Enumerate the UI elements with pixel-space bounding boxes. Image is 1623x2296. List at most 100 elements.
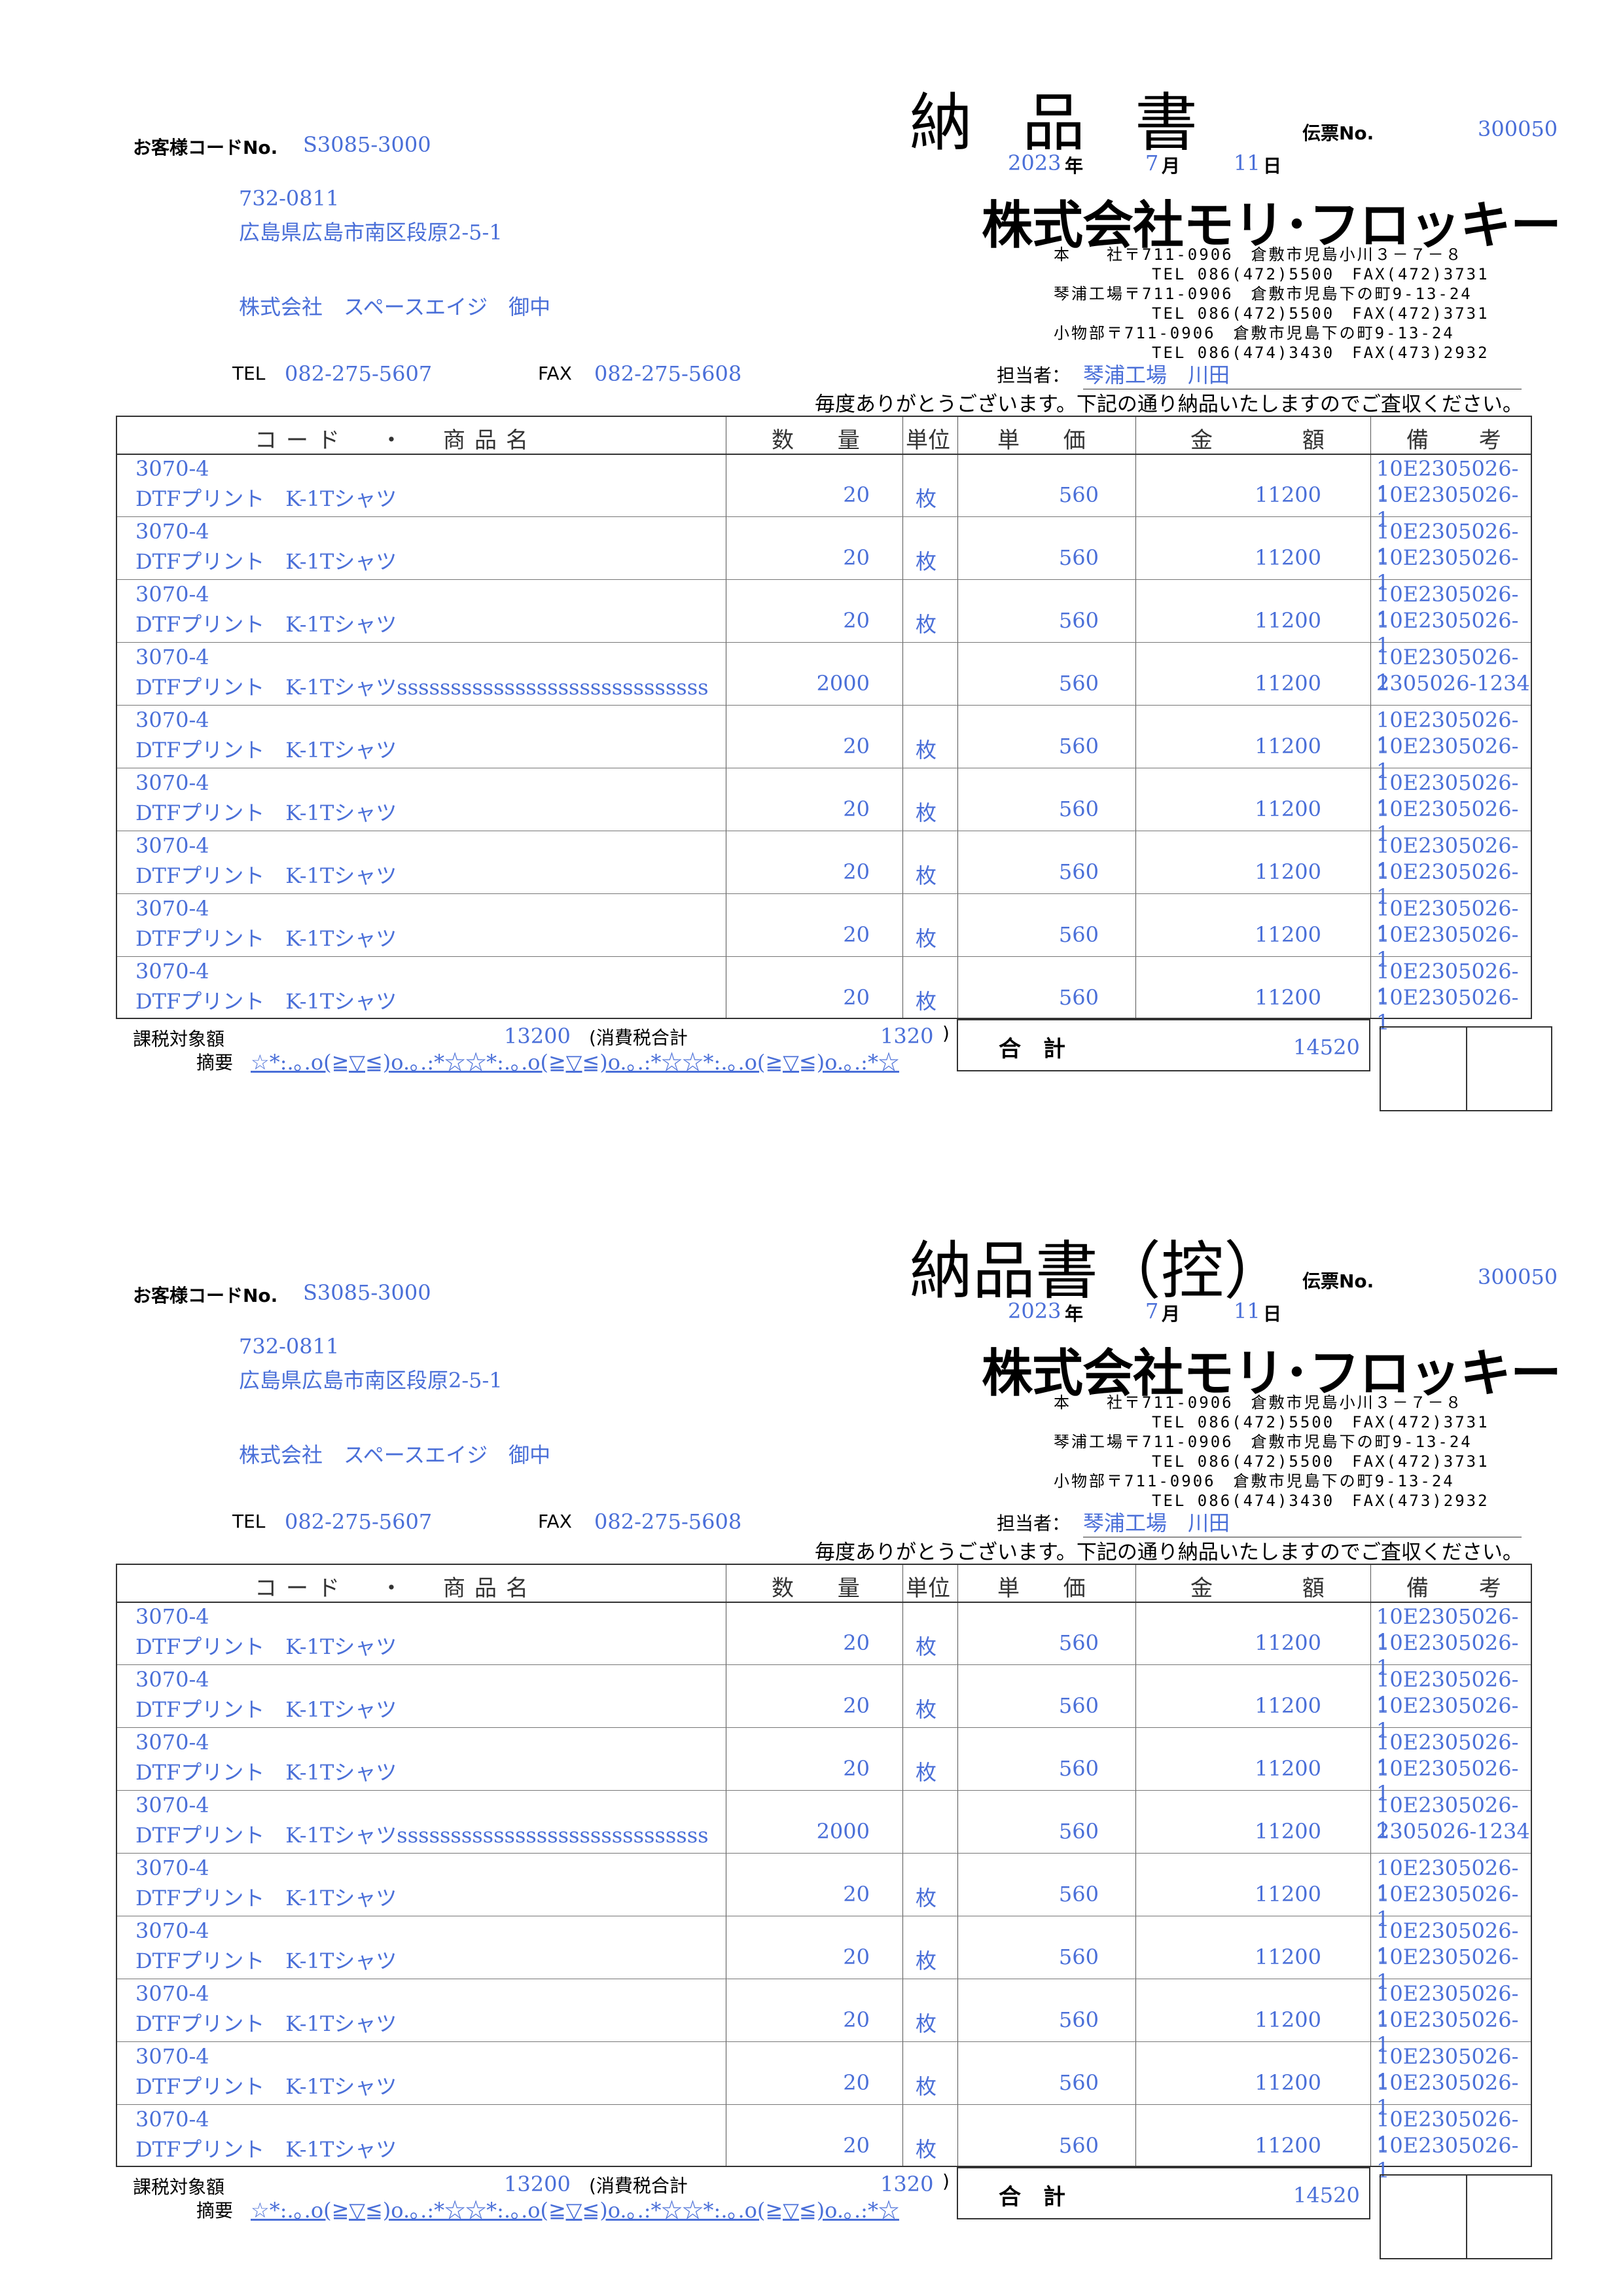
- item-unit: 枚: [916, 863, 937, 888]
- table-row: 3070-4 DTFプリント K-1Tシャツ 20 枚 560 11200 10…: [117, 768, 1531, 846]
- header-unit: 単位: [906, 1575, 950, 1602]
- item-price: 560: [1058, 545, 1099, 570]
- item-qty: 20: [843, 608, 870, 633]
- total-box: 合 計 14520: [957, 2167, 1370, 2219]
- customer-name: 株式会社 スペースエイジ 御中: [239, 1443, 551, 1467]
- date-month: 7: [1145, 151, 1159, 175]
- item-price: 560: [1058, 1882, 1099, 1907]
- total-label: 合 計: [999, 1036, 1065, 1062]
- item-code: 3070-4: [135, 770, 209, 795]
- tel-label: TEL: [232, 363, 266, 384]
- item-qty: 20: [843, 1756, 870, 1781]
- header-price: 単 価: [997, 427, 1091, 454]
- header-amount: 金 額: [1190, 1575, 1330, 1602]
- item-code: 3070-4: [135, 1667, 209, 1692]
- item-price: 560: [1058, 608, 1099, 633]
- item-qty: 2000: [816, 1819, 870, 1844]
- date-day-label: 日: [1263, 155, 1282, 177]
- customer-tel: 082-275-5607: [285, 1509, 433, 1534]
- item-qty: 20: [843, 2070, 870, 2095]
- header-note: 備 考: [1406, 1575, 1507, 1602]
- date-year-label: 年: [1065, 155, 1084, 177]
- item-name: DTFプリント K-1Tシャツ: [135, 2137, 397, 2162]
- item-code: 3070-4: [135, 1918, 209, 1943]
- item-unit: 枚: [916, 2137, 937, 2162]
- item-code: 3070-4: [135, 582, 209, 607]
- item-code: 3070-4: [135, 896, 209, 921]
- table-row: 3070-4 DTFプリント K-1Tシャツ 20 枚 560 11200 10…: [117, 1853, 1531, 1931]
- fax-label: FAX: [538, 1511, 572, 1532]
- staff-name: 琴浦工場 川田: [1083, 1507, 1522, 1537]
- item-price: 560: [1058, 2007, 1099, 2032]
- item-unit: 枚: [916, 486, 937, 511]
- table-row: 3070-4 DTFプリント K-1Tシャツ 20 枚 560 11200 10…: [117, 893, 1531, 972]
- table-row: 3070-4 DTFプリント K-1Tシャツ 20 枚 560 11200 10…: [117, 956, 1531, 1035]
- item-price: 560: [1058, 922, 1099, 947]
- remarks-text: ☆*:.｡.o(≧▽≦)o.｡.:*☆☆*:.｡.o(≧▽≦)o.｡.:*☆☆*…: [251, 2198, 899, 2223]
- staff-name: 琴浦工場 川田: [1083, 359, 1522, 389]
- item-code: 3070-4: [135, 2107, 209, 2132]
- postal-code: 732-0811: [239, 1334, 340, 1359]
- item-amount: 11200: [1255, 482, 1321, 507]
- customer-name: 株式会社 スペースエイジ 御中: [239, 295, 551, 319]
- item-amount: 11200: [1255, 1630, 1321, 1655]
- customer-fax: 082-275-5608: [594, 361, 742, 386]
- slip-no: 300050: [1478, 117, 1558, 141]
- item-price: 560: [1058, 1693, 1099, 1718]
- item-name: DTFプリント K-1Tシャツ: [135, 926, 397, 951]
- item-code: 3070-4: [135, 2044, 209, 2069]
- header-note: 備 考: [1406, 427, 1507, 454]
- table-row: 3070-4 DTFプリント K-1Tシャツ 20 枚 560 11200 10…: [117, 1727, 1531, 1806]
- item-qty: 20: [843, 2133, 870, 2158]
- item-amount: 11200: [1255, 1693, 1321, 1718]
- item-amount: 11200: [1255, 797, 1321, 821]
- item-code: 3070-4: [135, 708, 209, 732]
- table-header: コード ・ 商品名 数 量 単位 単 価 金 額 備 考: [117, 1565, 1531, 1603]
- taxable-amount: 13200: [504, 2172, 571, 2197]
- item-amount: 11200: [1255, 2007, 1321, 2032]
- tax-close: ): [942, 2170, 950, 2192]
- item-qty: 20: [843, 2007, 870, 2032]
- branch-small-goods: 小物部〒711-0906 倉敷市児島下の町9-13-24 TEL 086(474…: [1054, 324, 1489, 362]
- item-name: DTFプリント K-1Tシャツ: [135, 2011, 397, 2036]
- stamp-box: [1380, 1026, 1552, 1111]
- staff-label: 担当者：: [997, 1513, 1071, 1534]
- total-label: 合 計: [999, 2184, 1065, 2210]
- total-amount: 14520: [1293, 2183, 1360, 2208]
- item-unit: 枚: [916, 612, 937, 637]
- fax-label: FAX: [538, 363, 572, 384]
- item-amount: 11200: [1255, 671, 1321, 696]
- item-amount: 11200: [1255, 859, 1321, 884]
- item-qty: 20: [843, 482, 870, 507]
- document-title: 納品書（控）: [910, 1234, 1287, 1308]
- item-price: 560: [1058, 2070, 1099, 2095]
- item-name: DTFプリント K-1Tシャツ: [135, 1886, 397, 1910]
- item-price: 560: [1058, 1819, 1099, 1844]
- header-amount: 金 額: [1190, 427, 1330, 454]
- item-code: 3070-4: [135, 1856, 209, 1880]
- table-row: 3070-4 DTFプリント K-1Tシャツ 20 枚 560 11200 10…: [117, 705, 1531, 783]
- item-unit: 枚: [916, 549, 937, 574]
- taxable-label: 課税対象額: [133, 2176, 225, 2198]
- branch-head-office: 本 社〒711-0906 倉敷市児島小川３－７－８ TEL 086(472)55…: [1054, 1393, 1489, 1431]
- taxable-amount: 13200: [504, 1024, 571, 1049]
- item-price: 560: [1058, 2133, 1099, 2158]
- item-name: DTFプリント K-1Tシャツ: [135, 1634, 397, 1659]
- item-price: 560: [1058, 859, 1099, 884]
- item-code: 3070-4: [135, 959, 209, 984]
- item-amount: 11200: [1255, 734, 1321, 759]
- item-name: DTFプリント K-1Tシャツ: [135, 863, 397, 888]
- table-row: 3070-4 DTFプリント K-1Tシャツ 20 枚 560 11200 10…: [117, 2041, 1531, 2120]
- postal-code: 732-0811: [239, 186, 340, 211]
- item-price: 560: [1058, 985, 1099, 1010]
- table-row: 3070-4 DTFプリント K-1Tシャツ 20 枚 560 11200 10…: [117, 454, 1531, 532]
- table-row: 3070-4 DTFプリント K-1Tシャツssssssssssssssssss…: [117, 1790, 1531, 1854]
- customer-address: 広島県広島市南区段原2-5-1: [239, 1368, 503, 1393]
- header-unit: 単位: [906, 427, 950, 454]
- customer-code-label: お客様コードNo.: [133, 1285, 278, 1306]
- slip-no-label: 伝票No.: [1302, 122, 1374, 144]
- delivery-slip-copy: 納品書（控） 伝票No. 300050 2023 年 7 月 11 日 お客様コ…: [0, 1148, 1623, 2296]
- item-amount: 11200: [1255, 545, 1321, 570]
- item-price: 560: [1058, 671, 1099, 696]
- item-note-2: 2305026-1234: [1376, 1819, 1530, 1844]
